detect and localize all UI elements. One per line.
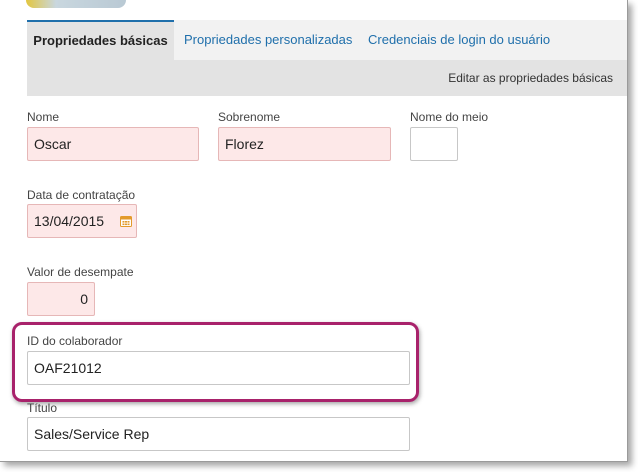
- action-bar: Editar as propriedades básicas: [27, 60, 627, 96]
- tab-bar: Propriedades básicas Propriedades person…: [27, 20, 627, 60]
- title-field[interactable]: [27, 417, 410, 451]
- middle-name-field[interactable]: [410, 127, 458, 161]
- edit-basic-properties-link[interactable]: Editar as propriedades básicas: [448, 60, 613, 96]
- tiebreaker-label: Valor de desempate: [27, 265, 134, 279]
- employee-id-label: ID do colaborador: [27, 334, 123, 348]
- employee-id-field[interactable]: [27, 351, 410, 385]
- first-name-field[interactable]: [27, 127, 199, 161]
- calendar-icon[interactable]: [120, 215, 132, 227]
- tab-basic-properties[interactable]: Propriedades básicas: [27, 20, 174, 60]
- middle-name-label: Nome do meio: [410, 110, 489, 124]
- title-label: Título: [27, 401, 58, 415]
- last-name-field[interactable]: [218, 127, 391, 161]
- tiebreaker-field[interactable]: [27, 282, 95, 316]
- screen-frame: Propriedades básicas Propriedades person…: [0, 0, 628, 462]
- tab-login-credentials[interactable]: Credenciais de login do usuário: [368, 20, 550, 60]
- hire-date-label: Data de contratação: [27, 188, 136, 202]
- last-name-label: Sobrenome: [218, 110, 281, 124]
- avatar: [26, 0, 126, 8]
- tab-custom-properties[interactable]: Propriedades personalizadas: [184, 20, 352, 60]
- first-name-label: Nome: [27, 110, 60, 124]
